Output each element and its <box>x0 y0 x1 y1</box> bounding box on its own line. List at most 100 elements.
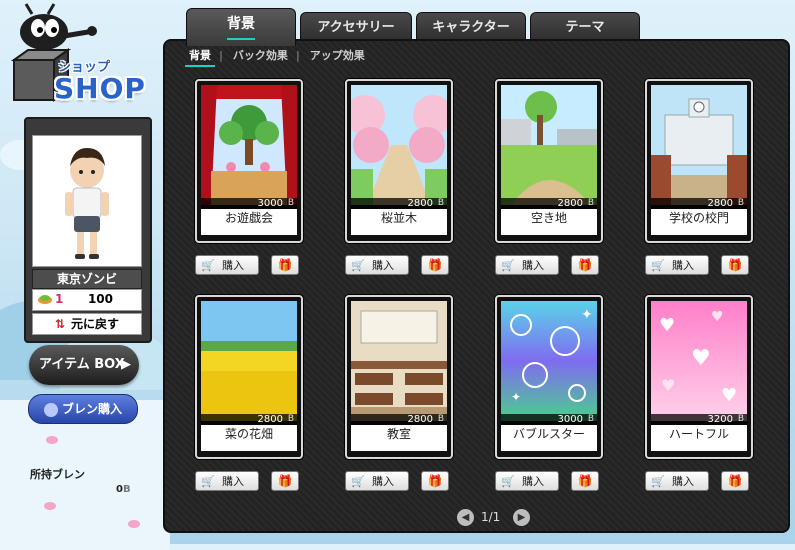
item-name: 空き地 <box>501 209 597 235</box>
gift-icon: 🎁 <box>277 258 293 272</box>
tab-background[interactable]: 背景 <box>186 8 296 46</box>
subtab-background[interactable]: 背景 <box>185 45 215 67</box>
avatar-character-icon <box>65 148 109 259</box>
shop-item: 2800 B 空き地 🛒 購入 🎁 <box>495 79 605 279</box>
gift-icon: 🎁 <box>427 474 443 488</box>
item-card[interactable]: ♥ ♥ ♥ ♥ ♥ 3200 B ハートフル <box>645 295 753 459</box>
gift-button[interactable]: 🎁 <box>721 471 749 491</box>
item-card[interactable]: 2800 B 空き地 <box>495 79 603 243</box>
buy-button[interactable]: 🛒 購入 <box>195 255 259 275</box>
item-price: 2800 B <box>201 414 297 425</box>
gift-icon: 🎁 <box>727 474 743 488</box>
item-name: 学校の校門 <box>651 209 747 235</box>
item-price: 3000 B <box>501 414 597 425</box>
gift-button[interactable]: 🎁 <box>571 255 599 275</box>
gift-button[interactable]: 🎁 <box>721 255 749 275</box>
item-actions: 🛒 購入 🎁 <box>345 471 455 495</box>
gift-button[interactable]: 🎁 <box>271 471 299 491</box>
item-actions: 🛒 購入 🎁 <box>195 255 305 279</box>
item-actions: 🛒 購入 🎁 <box>195 471 305 495</box>
bg-flower <box>44 502 56 510</box>
bren-coin-icon: B <box>287 414 294 424</box>
item-preview <box>351 301 447 421</box>
currency-amount: 100 <box>87 292 113 306</box>
item-actions: 🛒 購入 🎁 <box>345 255 455 279</box>
owned-bren-label: 所持ブレン <box>30 468 85 481</box>
bren-coin-icon: B <box>122 484 131 495</box>
avatar-name: 東京ゾンビ <box>32 269 142 289</box>
svg-text:✦: ✦ <box>581 307 593 323</box>
item-price: 2800 B <box>501 198 597 209</box>
bren-coin-icon: B <box>737 414 744 424</box>
svg-text:✦: ✦ <box>511 390 521 404</box>
item-name: バブルスター <box>501 425 597 451</box>
gift-button[interactable]: 🎁 <box>421 255 449 275</box>
item-preview <box>201 85 297 205</box>
bren-coin-icon: B <box>737 198 744 208</box>
item-card[interactable]: 2800 B 菜の花畑 <box>195 295 303 459</box>
bren-coin-icon: B <box>587 198 594 208</box>
bren-buy-label: ブレン購入 <box>61 402 122 416</box>
item-preview: ♥ ♥ ♥ ♥ ♥ <box>651 301 747 421</box>
shop-item: 2800 B 教室 🛒 購入 🎁 <box>345 295 455 495</box>
item-actions: 🛒 購入 🎁 <box>645 255 755 279</box>
avatar <box>32 135 142 267</box>
cart-icon: 🛒 <box>651 475 665 488</box>
tab-label: キャラクター <box>432 20 510 35</box>
buy-button[interactable]: 🛒 購入 <box>345 471 409 491</box>
bren-coin-icon: B <box>587 414 594 424</box>
item-actions: 🛒 購入 🎁 <box>495 471 605 495</box>
item-preview <box>501 85 597 205</box>
gift-icon: 🎁 <box>577 258 593 272</box>
item-card[interactable]: 3000 B お遊戯会 <box>195 79 303 243</box>
item-preview <box>201 301 297 421</box>
item-box-button[interactable]: アイテム BOX ▶ <box>29 345 139 385</box>
currency-prefix: 1 <box>55 292 64 306</box>
bg-flower <box>128 520 140 528</box>
svg-text:♥: ♥ <box>661 376 675 395</box>
tab-label: アクセサリー <box>317 20 395 35</box>
item-card[interactable]: 2800 B 学校の校門 <box>645 79 753 243</box>
currency-display: 1 100 <box>32 289 142 311</box>
prev-page-icon[interactable]: ◀ <box>457 509 474 526</box>
item-preview <box>351 85 447 205</box>
gift-button[interactable]: 🎁 <box>571 471 599 491</box>
cart-icon: 🛒 <box>201 475 215 488</box>
gift-icon: 🎁 <box>577 474 593 488</box>
bren-coin-icon <box>37 293 53 308</box>
item-preview <box>651 85 747 205</box>
gift-icon: 🎁 <box>277 474 293 488</box>
subtab-up-effect[interactable]: アップ効果 <box>306 45 369 65</box>
gift-button[interactable]: 🎁 <box>271 255 299 275</box>
item-card[interactable]: 2800 B 桜並木 <box>345 79 453 243</box>
buy-button[interactable]: 🛒 購入 <box>195 471 259 491</box>
buy-button[interactable]: 🛒 購入 <box>645 255 709 275</box>
item-name: お遊戯会 <box>201 209 297 235</box>
shop-item: 2800 B 学校の校門 🛒 購入 🎁 <box>645 79 755 279</box>
item-card[interactable]: 2800 B 教室 <box>345 295 453 459</box>
item-price: 2800 B <box>351 414 447 425</box>
buy-button[interactable]: 🛒 購入 <box>495 471 559 491</box>
bren-coin-icon: B <box>287 198 294 208</box>
item-price: 2800 B <box>351 198 447 209</box>
buy-button[interactable]: 🛒 購入 <box>645 471 709 491</box>
item-actions: 🛒 購入 🎁 <box>495 255 605 279</box>
item-price: 3200 B <box>651 414 747 425</box>
item-name: ハートフル <box>651 425 747 451</box>
cart-icon: 🛒 <box>651 259 665 272</box>
avatar-panel: 東京ゾンビ 1 100 ⇅ 元に戻す <box>24 117 152 343</box>
next-page-icon[interactable]: ▶ <box>513 509 530 526</box>
reset-button[interactable]: ⇅ 元に戻す <box>32 313 142 335</box>
shop-item: 2800 B 菜の花畑 🛒 購入 🎁 <box>195 295 305 495</box>
item-name: 桜並木 <box>351 209 447 235</box>
item-card[interactable]: ✦ ✦ 3000 B バブルスター <box>495 295 603 459</box>
buy-button[interactable]: 🛒 購入 <box>345 255 409 275</box>
buy-button[interactable]: 🛒 購入 <box>495 255 559 275</box>
logo-text-en: SHOP <box>54 72 146 105</box>
cart-icon: 🛒 <box>351 259 365 272</box>
owned-bren-value: 0B <box>116 484 131 495</box>
shop-logo: ショップ SHOP <box>4 2 164 110</box>
bren-buy-button[interactable]: ブレン購入 <box>28 394 138 424</box>
subtab-back-effect[interactable]: バック効果 <box>229 45 292 65</box>
gift-button[interactable]: 🎁 <box>421 471 449 491</box>
